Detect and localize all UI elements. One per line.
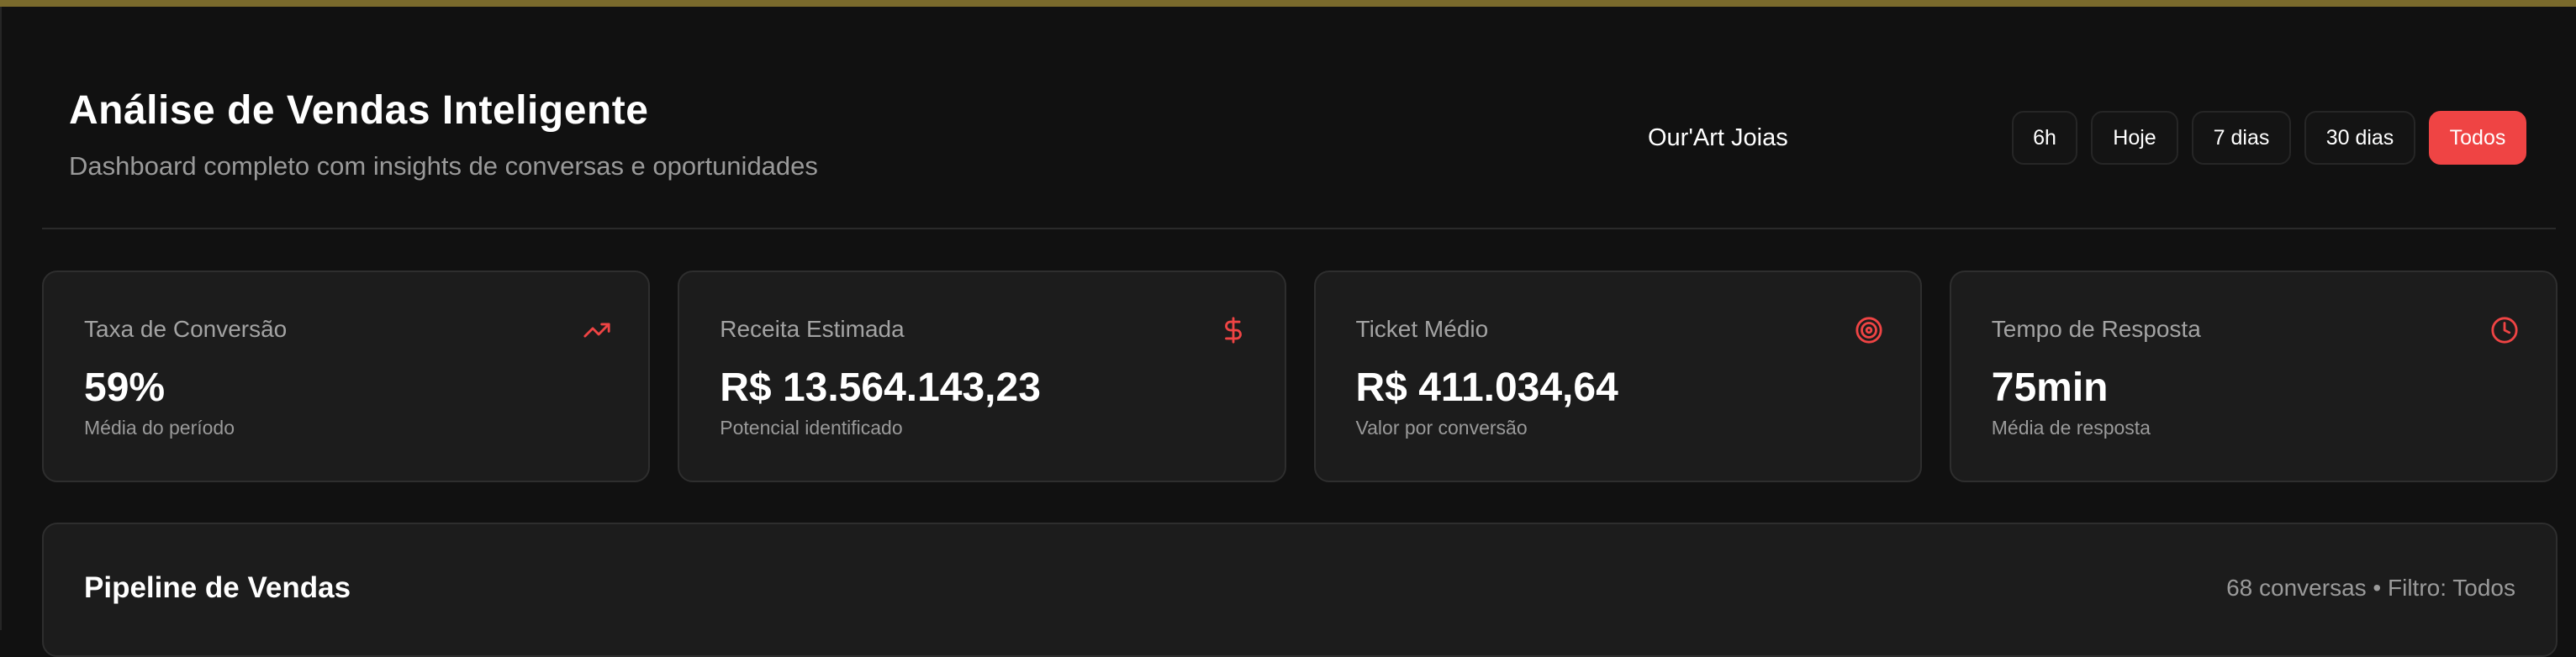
metric-value: 59% bbox=[84, 365, 166, 410]
metric-caption: Valor por conversão bbox=[1355, 417, 1528, 439]
metric-card-conversion-rate: Taxa de Conversão 59% Média do período bbox=[42, 271, 651, 482]
metric-caption: Média do período bbox=[84, 417, 235, 439]
trending-up-icon bbox=[583, 323, 610, 338]
dashboard-header: Análise de Vendas Inteligente Dashboard … bbox=[0, 7, 2576, 229]
metric-caption: Média de resposta bbox=[1991, 417, 2151, 439]
metric-label: Tempo de Resposta bbox=[1991, 316, 2201, 342]
top-accent-bar bbox=[0, 0, 2576, 7]
pipeline-title: Pipeline de Vendas bbox=[84, 571, 351, 604]
company-name: Our'Art Joias bbox=[1648, 124, 1788, 151]
target-icon bbox=[1855, 317, 1882, 344]
metric-card-response-time: Tempo de Resposta 75min Média de respost… bbox=[1949, 271, 2558, 482]
metrics-row: Taxa de Conversão 59% Média do período R… bbox=[42, 271, 2558, 482]
filter-30-days-button[interactable]: 30 dias bbox=[2304, 111, 2415, 165]
metric-value: 75min bbox=[1991, 365, 2109, 410]
clock-icon bbox=[2491, 317, 2518, 344]
sales-pipeline-panel: Pipeline de Vendas 68 conversas • Filtro… bbox=[42, 523, 2558, 657]
metric-caption: Potencial identificado bbox=[720, 417, 903, 439]
filter-7-days-button[interactable]: 7 dias bbox=[2192, 111, 2291, 165]
metric-card-estimated-revenue: Receita Estimada R$ 13.564.143,23 Potenc… bbox=[678, 271, 1286, 482]
metric-card-average-ticket: Ticket Médio R$ 411.034,64 Valor por con… bbox=[1313, 271, 1922, 482]
page-subtitle: Dashboard completo com insights de conve… bbox=[69, 151, 818, 181]
metric-label: Receita Estimada bbox=[720, 316, 905, 342]
metric-value: R$ 411.034,64 bbox=[1355, 365, 1618, 410]
filter-today-button[interactable]: Hoje bbox=[2091, 111, 2178, 165]
pipeline-meta: 68 conversas • Filtro: Todos bbox=[2226, 575, 2515, 601]
metric-value: R$ 13.564.143,23 bbox=[720, 365, 1041, 410]
dollar-icon bbox=[1224, 317, 1242, 344]
header-divider bbox=[42, 228, 2556, 229]
page-title: Análise de Vendas Inteligente bbox=[69, 88, 649, 133]
filter-all-button[interactable]: Todos bbox=[2429, 111, 2526, 165]
metric-label: Taxa de Conversão bbox=[84, 316, 288, 342]
period-filter-group: 6h Hoje 7 dias 30 dias Todos bbox=[2012, 111, 2526, 171]
filter-6h-button[interactable]: 6h bbox=[2012, 111, 2077, 165]
metric-label: Ticket Médio bbox=[1355, 316, 1489, 342]
